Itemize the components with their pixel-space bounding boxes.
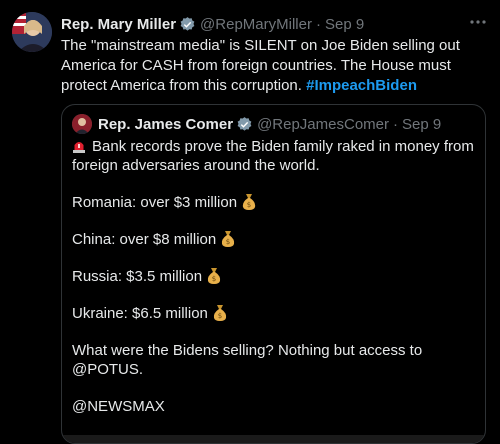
svg-text:$: $ xyxy=(218,312,222,320)
verified-badge-icon xyxy=(180,16,195,31)
amount-text: Romania: over $3 million xyxy=(72,194,238,211)
amount-line: Ukraine: $6.5 million $ xyxy=(72,304,477,323)
quoted-tweet-header: Rep. James Comer @RepJamesComer · Sep 9 xyxy=(72,114,441,134)
author-name[interactable]: Rep. Mary Miller xyxy=(61,16,176,33)
amount-line: Romania: over $3 million $ xyxy=(72,193,477,212)
svg-text:$: $ xyxy=(247,201,251,209)
separator-dot: · xyxy=(315,15,321,33)
amount-text: Ukraine: $6.5 million xyxy=(72,305,208,322)
quoted-tweet[interactable]: Rep. James Comer @RepJamesComer · Sep 9 … xyxy=(61,104,486,444)
svg-text:$: $ xyxy=(212,275,216,283)
quoted-tweet-body: Bank records prove the Biden family rake… xyxy=(72,137,477,434)
quoted-intro-text: Bank records prove the Biden family rake… xyxy=(72,138,474,174)
separator-dot: · xyxy=(393,115,398,133)
amount-text: Russia: $3.5 million xyxy=(72,268,203,285)
siren-emoji-icon xyxy=(73,142,85,153)
more-options-icon[interactable] xyxy=(466,12,490,32)
quoted-intro-paragraph: Bank records prove the Biden family rake… xyxy=(72,137,477,175)
quoted-author-avatar xyxy=(72,114,92,134)
quoted-author-name: Rep. James Comer xyxy=(98,115,234,133)
tweet-timestamp[interactable]: Sep 9 xyxy=(325,16,364,33)
quoted-tweet-timestamp: Sep 9 xyxy=(402,115,442,133)
quoted-author-handle: @RepJamesComer xyxy=(257,115,389,133)
svg-text:$: $ xyxy=(226,238,230,246)
money-bag-emoji-icon: $ xyxy=(222,231,235,247)
author-avatar[interactable] xyxy=(12,12,52,52)
author-handle[interactable]: @RepMaryMiller xyxy=(200,16,312,33)
money-bag-emoji-icon: $ xyxy=(207,268,221,284)
hashtag-link[interactable]: #ImpeachBiden xyxy=(306,77,417,94)
quoted-question: What were the Bidens selling? Nothing bu… xyxy=(72,342,423,378)
money-bag-emoji-icon: $ xyxy=(213,305,227,321)
tweet-header: Rep. Mary Miller @RepMaryMiller · Sep 9 xyxy=(61,14,488,34)
verified-badge-icon xyxy=(237,116,252,131)
quoted-footer: @NEWSMAX xyxy=(72,398,165,415)
tweet-text: The "mainstream media" is SILENT on Joe … xyxy=(61,36,481,96)
amount-line: Russia: $3.5 million $ xyxy=(72,267,477,286)
tweet[interactable]: Rep. Mary Miller @RepMaryMiller · Sep 9 … xyxy=(0,0,500,444)
amount-line: China: over $8 million $ xyxy=(72,230,477,249)
quoted-media-preview[interactable] xyxy=(62,435,485,443)
amount-text: China: over $8 million xyxy=(72,231,217,248)
money-bag-emoji-icon: $ xyxy=(242,194,256,210)
